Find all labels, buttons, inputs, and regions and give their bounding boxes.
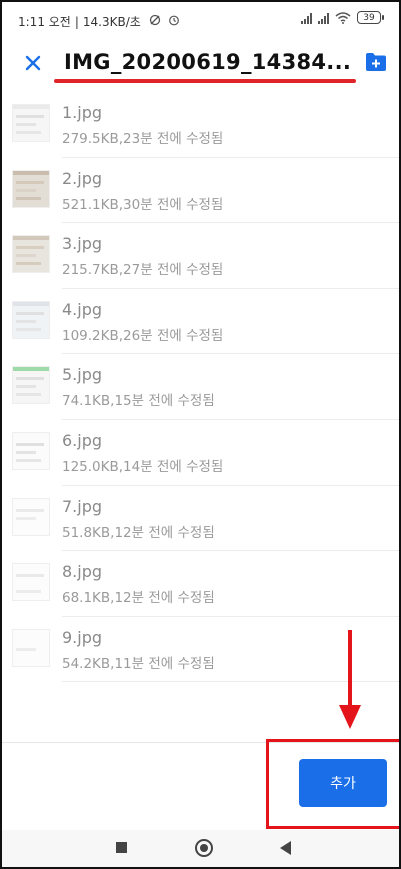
thumbnail	[12, 366, 50, 405]
file-name: 5.jpg	[62, 365, 103, 385]
recent-apps-icon[interactable]	[116, 842, 127, 853]
close-icon[interactable]	[22, 52, 44, 74]
signal-icon-2	[318, 12, 329, 24]
thumbnail	[12, 497, 50, 536]
new-folder-icon[interactable]	[365, 52, 387, 72]
file-meta: 215.7KB,27분 전에 수정됨	[62, 262, 224, 279]
highlight-annotation-box	[266, 739, 399, 829]
list-item[interactable]: 4.jpg 109.2KB,26분 전에 수정됨	[2, 289, 399, 355]
data-saver-icon	[149, 14, 161, 29]
navigation-bar	[2, 830, 399, 867]
file-meta: 68.1KB,12분 전에 수정됨	[62, 590, 215, 607]
screen: 1:11 오전 | 14.3KB/초 39 IMG_20200619_14384..…	[0, 0, 401, 869]
file-name: 6.jpg	[62, 430, 103, 450]
folder-title: IMG_20200619_14384...	[64, 50, 352, 74]
alarm-icon	[168, 14, 180, 29]
title-underline-annotation	[54, 79, 356, 83]
file-list: 1.jpg 279.5KB,23분 전에 수정됨 2.jpg 521.1KB,3…	[2, 92, 399, 683]
list-item[interactable]: 7.jpg 51.8KB,12분 전에 수정됨	[2, 486, 399, 552]
list-item[interactable]: 6.jpg 125.0KB,14분 전에 수정됨	[2, 420, 399, 486]
thumbnail	[12, 104, 50, 142]
file-meta: 279.5KB,23분 전에 수정됨	[62, 131, 224, 147]
file-name: 4.jpg	[62, 299, 103, 319]
annotation-arrow-head	[339, 705, 361, 729]
wifi-icon	[335, 11, 351, 24]
battery-level: 39	[363, 13, 375, 23]
status-right: 39	[301, 11, 384, 24]
thumbnail	[12, 235, 50, 274]
list-item[interactable]: 8.jpg 68.1KB,12분 전에 수정됨	[2, 551, 399, 617]
file-meta: 109.2KB,26분 전에 수정됨	[62, 327, 224, 344]
thumbnail	[12, 300, 50, 339]
list-item[interactable]: 3.jpg 215.7KB,27분 전에 수정됨	[2, 223, 399, 289]
list-item[interactable]: 9.jpg 54.2KB,11분 전에 수정됨	[2, 617, 399, 683]
thumbnail	[12, 431, 50, 470]
annotation-arrow-line	[348, 630, 352, 708]
file-name: 3.jpg	[62, 234, 103, 254]
file-meta: 51.8KB,12분 전에 수정됨	[62, 524, 215, 541]
status-left: 1:11 오전 | 14.3KB/초	[18, 13, 180, 30]
file-meta: 125.0KB,14분 전에 수정됨	[62, 458, 224, 475]
file-name: 7.jpg	[62, 496, 103, 516]
file-meta: 54.2KB,11분 전에 수정됨	[62, 655, 215, 672]
network-speed: 14.3KB/초	[82, 15, 141, 29]
file-meta: 74.1KB,15분 전에 수정됨	[62, 393, 215, 410]
file-name: 9.jpg	[62, 627, 103, 647]
file-meta: 521.1KB,30분 전에 수정됨	[62, 196, 224, 213]
list-item[interactable]: 2.jpg 521.1KB,30분 전에 수정됨	[2, 158, 399, 224]
list-item[interactable]: 1.jpg 279.5KB,23분 전에 수정됨	[2, 92, 399, 158]
battery-icon: 39	[357, 11, 384, 24]
thumbnail	[12, 169, 50, 208]
status-separator: |	[74, 15, 79, 29]
back-icon[interactable]	[280, 841, 291, 855]
thumbnail	[12, 628, 50, 667]
thumbnail	[12, 563, 50, 602]
file-name: 1.jpg	[62, 103, 103, 122]
status-time: 1:11 오전	[18, 15, 71, 29]
status-bar: 1:11 오전 | 14.3KB/초 39	[2, 2, 399, 38]
signal-icon	[301, 12, 312, 24]
file-name: 8.jpg	[62, 562, 103, 582]
list-item[interactable]: 5.jpg 74.1KB,15분 전에 수정됨	[2, 354, 399, 420]
home-icon[interactable]	[195, 839, 213, 857]
file-name: 2.jpg	[62, 168, 103, 188]
